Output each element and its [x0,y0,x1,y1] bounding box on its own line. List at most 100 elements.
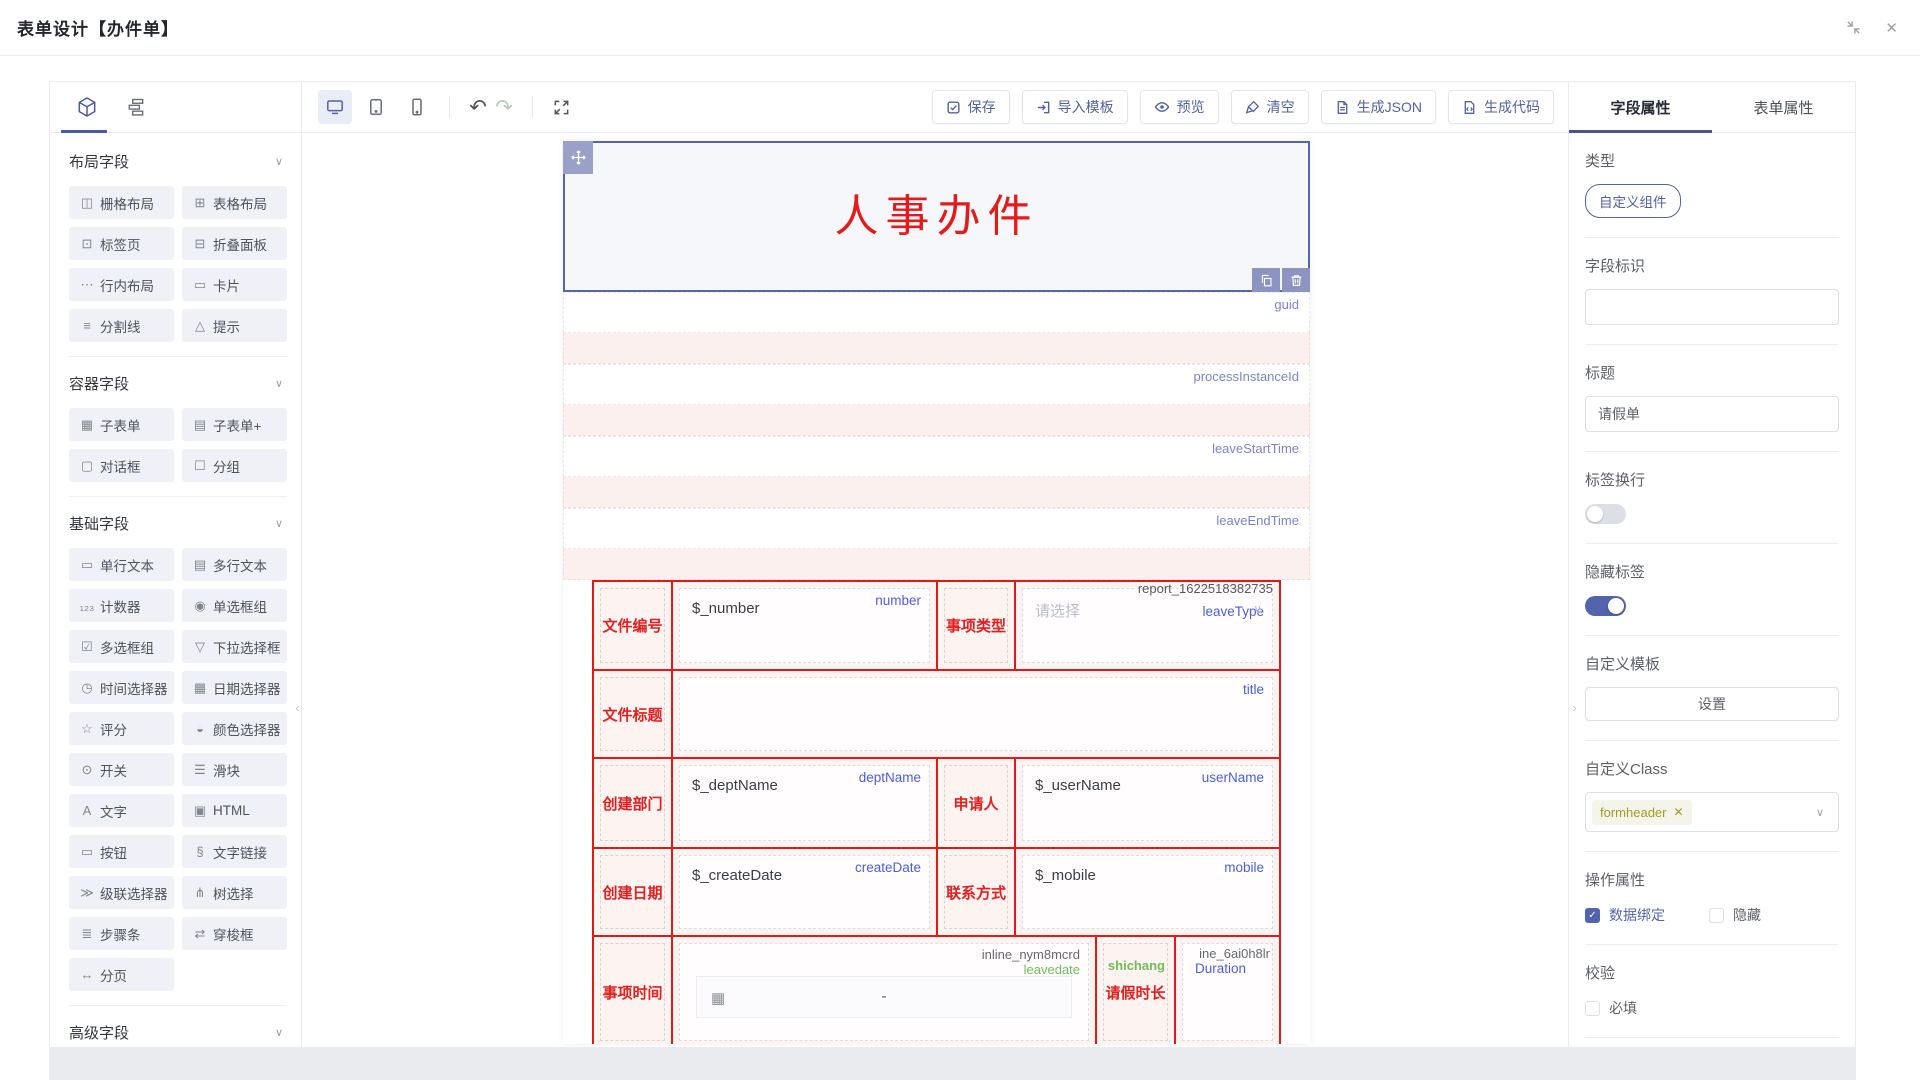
palette-item[interactable]: A文字 [69,794,174,827]
field-label-cell[interactable]: 申请人 [938,759,1014,847]
generate-code-button[interactable]: 生成代码 [1448,90,1554,124]
palette-item[interactable]: ⊡标签页 [69,227,174,260]
palette-item[interactable]: ☰滑块 [182,753,287,786]
palette-item[interactable]: ▭按钮 [69,835,174,868]
palette-item[interactable]: ↔分页 [69,958,174,991]
tag-close-icon[interactable]: ✕ [1673,805,1683,819]
collapse-left-panel-icon[interactable]: ‹ [292,689,302,727]
user-name-field[interactable]: $_userName userName [1016,759,1279,847]
palette-section-header[interactable]: 基础字段∨ [69,513,287,534]
required-checkbox[interactable]: 必填 [1585,998,1637,1018]
palette-section-header[interactable]: 高级字段∨ [69,1022,287,1043]
clear-button[interactable]: 清空 [1231,90,1309,124]
palette-item[interactable]: ▽下拉选择框 [182,630,287,663]
field-label-cell[interactable]: 创建部门 [594,759,671,847]
title-input[interactable] [1585,396,1839,432]
tab-form-properties[interactable]: 表单属性 [1712,82,1855,132]
undo-icon[interactable]: ↶ [465,95,491,120]
palette-item[interactable]: ▤多行文本 [182,548,287,581]
tab-field-properties[interactable]: 字段属性 [1569,82,1712,132]
import-template-button[interactable]: 导入模板 [1022,90,1128,124]
field-label-cell[interactable]: 创建日期 [594,849,671,935]
palette-item[interactable]: ◫栅格布局 [69,186,174,219]
outline-tab-tree-icon[interactable] [126,97,146,117]
tree-select-icon: ⋔ [191,885,209,901]
bottom-strip [49,1048,1856,1080]
preview-button[interactable]: 预览 [1140,90,1219,124]
palette-item-label: 计数器 [100,596,141,616]
palette-item[interactable]: ▦子表单 [69,408,174,441]
generate-json-button[interactable]: 生成JSON [1321,90,1436,124]
palette-item[interactable]: ◉单选框组 [182,589,287,622]
copy-icon[interactable] [1252,268,1280,292]
hidden-field-row[interactable]: guid [563,292,1310,333]
number-field[interactable]: $_number number [673,582,936,669]
palette-item[interactable]: ⊞表格布局 [182,186,287,219]
palette-item[interactable]: ⊙开关 [69,753,174,786]
mobile-field[interactable]: $_mobile mobile [1016,849,1279,935]
palette-item[interactable]: ⇄穿梭框 [182,917,287,950]
palette-item[interactable]: ⋯行内布局 [69,268,174,301]
fullscreen-icon[interactable] [548,99,574,116]
palette-item[interactable]: ≡分割线 [69,309,174,342]
design-stage[interactable]: 人事办件 guid processInstanceId leaveStartTime… [302,133,1568,1047]
palette-item[interactable]: ₁₂₃计数器 [69,589,174,622]
hide-label-toggle[interactable] [1585,596,1626,616]
palette-item[interactable]: ⊟折叠面板 [182,227,287,260]
palette-item[interactable]: ☐分组 [182,449,287,482]
field-label-cell[interactable]: shichang 请假时长 [1097,937,1174,1044]
hidden-field-row[interactable]: leaveEndTime [563,508,1310,549]
field-id-input[interactable] [1585,289,1839,325]
palette-item[interactable]: ▦日期选择器 [182,671,287,704]
tablet-view-icon[interactable] [359,90,393,124]
move-handle-icon[interactable] [563,141,593,174]
palette-item[interactable]: ▭单行文本 [69,548,174,581]
create-date-field[interactable]: $_createDate createDate [673,849,936,935]
template-settings-button[interactable]: 设置 [1585,687,1839,721]
palette-section: 布局字段∨ ◫栅格布局⊞表格布局⊡标签页⊟折叠面板⋯行内布局▭卡片≡分割线△提示 [69,135,287,356]
palette-item[interactable]: △提示 [182,309,287,342]
palette-item[interactable]: ▢对话框 [69,449,174,482]
field-label-cell[interactable]: 事项类型 [938,582,1014,669]
title-field[interactable]: title [673,671,1279,757]
palette-section-header[interactable]: 布局字段∨ [69,151,287,172]
palette-item[interactable]: ≫级联选择器 [69,876,174,909]
phone-view-icon[interactable] [400,90,434,124]
palette-item[interactable]: ◒颜色选择器 [182,712,287,745]
redo-icon[interactable]: ↷ [491,95,517,120]
palette-item[interactable]: ▣HTML [182,794,287,827]
close-icon[interactable]: ✕ [1885,19,1898,37]
type-badge[interactable]: 自定义组件 [1585,184,1681,218]
palette-item[interactable]: ☆评分 [69,712,174,745]
custom-class-select[interactable]: formheader ✕ ∨ [1585,792,1839,832]
duration-field[interactable]: ine_6ai0h8lr Duration [1176,937,1279,1044]
palette-item[interactable]: ◷时间选择器 [69,671,174,704]
save-button[interactable]: 保存 [932,90,1010,124]
dept-name-field[interactable]: $_deptName deptName [673,759,936,847]
palette-item[interactable]: ≣步骤条 [69,917,174,950]
field-label-cell[interactable]: 事项时间 [594,937,671,1044]
palette-section-header[interactable]: 容器字段∨ [69,373,287,394]
compress-icon[interactable] [1846,20,1861,35]
field-label-cell[interactable]: 文件编号 [594,582,671,669]
selected-title-component[interactable]: 人事办件 [563,141,1310,292]
collapse-right-panel-icon[interactable]: › [1569,689,1580,727]
palette-item[interactable]: ⋔树选择 [182,876,287,909]
label-wrap-toggle[interactable] [1585,504,1626,524]
delete-icon[interactable] [1282,268,1310,292]
components-tab-cube-icon[interactable] [76,96,98,118]
field-label-cell[interactable]: 联系方式 [938,849,1014,935]
hidden-field-row[interactable]: processInstanceId [563,364,1310,405]
palette-item[interactable]: ☑多选框组 [69,630,174,663]
leave-date-range-field[interactable]: inline_nym8mcrd leavedate ▦ - [673,937,1095,1044]
palette-item[interactable]: ▤子表单+ [182,408,287,441]
field-label-cell[interactable]: 文件标题 [594,671,671,757]
date-range-input[interactable]: ▦ - [696,976,1072,1018]
desktop-view-icon[interactable] [318,90,352,124]
hidden-field-row[interactable]: leaveStartTime [563,436,1310,477]
palette-item[interactable]: ▭卡片 [182,268,287,301]
hidden-checkbox[interactable]: 隐藏 [1709,905,1761,925]
form-canvas[interactable]: 人事办件 guid processInstanceId leaveStartTime… [563,141,1310,1044]
palette-item[interactable]: §文字链接 [182,835,287,868]
data-binding-checkbox[interactable]: ✓ 数据绑定 [1585,905,1665,925]
